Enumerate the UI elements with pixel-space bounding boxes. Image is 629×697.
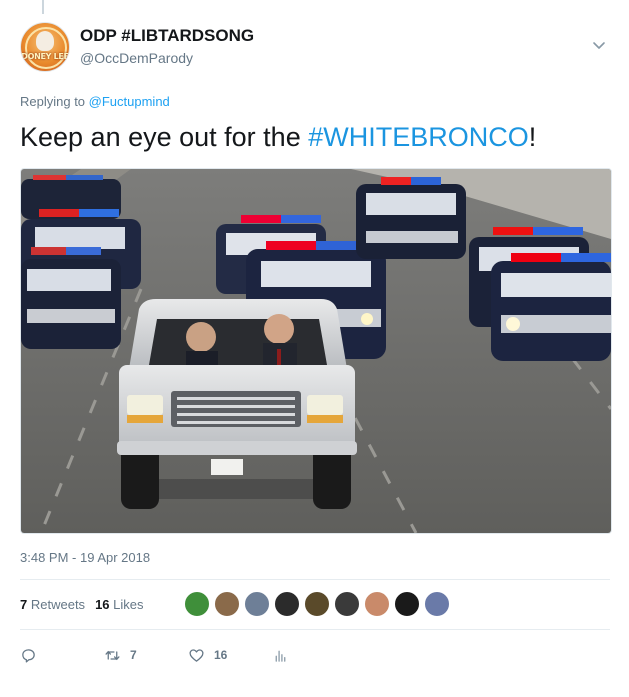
likes-stat[interactable]: 16 Likes bbox=[95, 597, 143, 612]
tweet-text: Keep an eye out for the #WHITEBRONCO! bbox=[20, 122, 536, 153]
user-avatar[interactable]: DONEY LEE bbox=[20, 22, 70, 72]
liker-avatar[interactable] bbox=[184, 591, 210, 617]
liker-avatar[interactable] bbox=[364, 591, 390, 617]
highway-chase-photo bbox=[21, 169, 611, 533]
hashtag-link[interactable]: #WHITEBRONCO bbox=[308, 122, 529, 152]
police-car bbox=[491, 253, 611, 361]
likes-label: Likes bbox=[113, 597, 144, 612]
reply-button[interactable] bbox=[20, 645, 46, 665]
tweet-text-end: ! bbox=[528, 122, 537, 152]
retweet-count: 7 bbox=[130, 648, 137, 662]
retweets-stat[interactable]: 7 Retweets bbox=[20, 597, 85, 612]
liker-avatar[interactable] bbox=[274, 591, 300, 617]
retweet-button[interactable]: 7 bbox=[104, 645, 137, 665]
chevron-down-icon[interactable] bbox=[590, 36, 608, 54]
likes-count: 16 bbox=[95, 597, 110, 612]
tweet-actions: 7 16 bbox=[20, 645, 610, 665]
avatar-mascot bbox=[36, 31, 54, 51]
liker-avatar[interactable] bbox=[394, 591, 420, 617]
like-count: 16 bbox=[214, 648, 228, 662]
police-car bbox=[21, 247, 121, 349]
retweets-label: Retweets bbox=[30, 597, 86, 612]
heart-icon bbox=[189, 648, 204, 662]
tweet-stats: 7 Retweets 16 Likes bbox=[20, 597, 144, 612]
avatar-logo-text: DONEY LEE bbox=[21, 52, 69, 61]
tweet-text-start: Keep an eye out for the bbox=[20, 122, 309, 152]
analytics-icon bbox=[275, 650, 286, 662]
liker-avatar[interactable] bbox=[214, 591, 240, 617]
liker-avatar[interactable] bbox=[244, 591, 270, 617]
liker-avatar[interactable] bbox=[424, 591, 450, 617]
tweet-header: DONEY LEE ODP #LIBTARDSONG @OccDemParody bbox=[20, 22, 610, 72]
divider-top bbox=[20, 579, 610, 580]
replying-to-link[interactable]: @Fuctupmind bbox=[89, 94, 170, 109]
replying-prefix: Replying to bbox=[20, 94, 89, 109]
retweet-icon bbox=[105, 650, 120, 660]
analytics-button[interactable] bbox=[272, 645, 298, 665]
tweet-timestamp[interactable]: 3:48 PM - 19 Apr 2018 bbox=[20, 550, 150, 565]
tweet-photo[interactable] bbox=[20, 168, 612, 534]
retweets-count: 7 bbox=[20, 597, 28, 612]
display-name[interactable]: ODP #LIBTARDSONG bbox=[80, 26, 254, 46]
reply-icon bbox=[22, 648, 35, 663]
liker-avatar[interactable] bbox=[304, 591, 330, 617]
user-handle[interactable]: @OccDemParody bbox=[80, 50, 193, 66]
divider-bottom bbox=[20, 629, 610, 630]
like-button[interactable]: 16 bbox=[188, 645, 227, 665]
liker-avatar[interactable] bbox=[334, 591, 360, 617]
police-car bbox=[356, 177, 466, 259]
thread-connector bbox=[42, 0, 44, 14]
replying-to: Replying to @Fuctupmind bbox=[20, 94, 170, 109]
